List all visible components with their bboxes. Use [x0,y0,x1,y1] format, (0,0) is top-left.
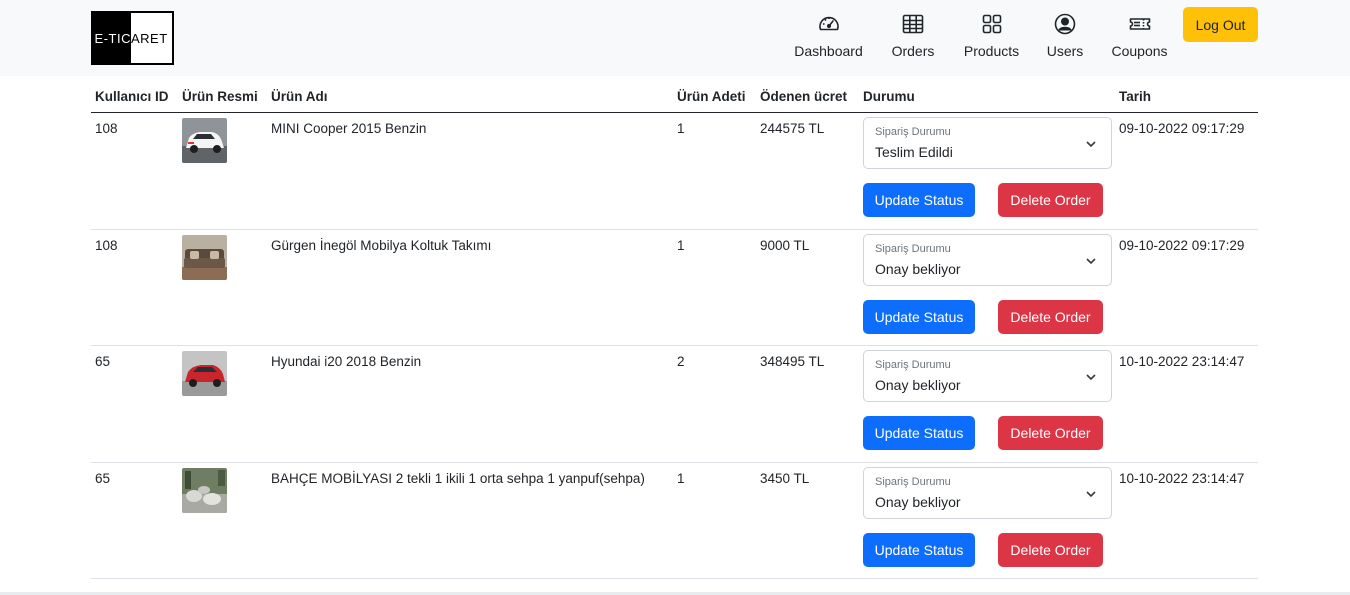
order-status-select[interactable]: Sipariş Durumu Onay bekliyor [863,233,1112,286]
col-header-user-id: Kullanıcı ID [95,89,169,104]
delete-order-button[interactable]: Delete Order [998,416,1103,450]
product-name-cell: MINI Cooper 2015 Benzin [271,121,427,136]
nav-dashboard-label: Dashboard [794,43,863,59]
paid-amount-cell: 3450 TL [760,470,810,486]
user-id-cell: 108 [95,121,118,136]
quantity-cell: 2 [677,354,685,369]
order-status-select[interactable]: Sipariş Durumu Teslim Edildi [863,117,1112,169]
nav-users-label: Users [1046,43,1084,59]
table-row: 65 Hyundai i20 2018 Benzin 2 348495 TL S… [91,346,1258,463]
chevron-down-icon [1086,257,1096,264]
order-status-select[interactable]: Sipariş Durumu Onay bekliyor [863,350,1112,402]
grid-squares-icon [982,14,1001,34]
order-status-select-value: Onay bekliyor [875,377,961,393]
order-status-select-value: Teslim Edildi [875,144,953,160]
order-status-select[interactable]: Sipariş Durumu Onay bekliyor [863,466,1112,519]
product-name-cell: Hyundai i20 2018 Benzin [271,354,422,369]
orders-table: Kullanıcı ID Ürün Resmi Ürün Adı Ürün Ad… [91,76,1258,579]
table-row: 108 Gürgen İnegöl Mobilya Koltuk Takımı … [91,230,1258,346]
product-image [182,118,227,163]
nav-orders-label: Orders [891,43,935,59]
product-image [182,467,227,513]
date-cell: 10-10-2022 23:14:47 [1119,470,1245,486]
user-circle-icon [1054,13,1076,35]
paid-amount-cell: 348495 TL [760,354,825,369]
brand-logo-left-text: E-TIC [93,13,131,63]
delete-order-button[interactable]: Delete Order [998,183,1103,217]
delete-order-button[interactable]: Delete Order [998,299,1103,334]
col-header-product-image: Ürün Resmi [182,89,258,104]
col-header-paid: Ödenen ücret [760,89,848,104]
product-image [182,351,227,396]
chevron-down-icon [1086,141,1096,148]
nav-dashboard[interactable]: Dashboard [794,12,863,62]
chevron-down-icon [1086,374,1096,381]
nav-users[interactable]: Users [1047,12,1083,62]
table-grid-icon [902,14,924,34]
product-name-cell: BAHÇE MOBİLYASI 2 tekli 1 ikili 1 orta s… [271,470,645,486]
user-id-cell: 65 [95,470,111,486]
user-id-cell: 65 [95,354,111,369]
delete-order-button[interactable]: Delete Order [998,532,1103,567]
update-status-button[interactable]: Update Status [863,299,975,334]
update-status-button[interactable]: Update Status [863,532,975,567]
nav-products[interactable]: Products [963,12,1020,62]
table-row: 108 MINI Cooper 2015 Benzin 1 244575 TL … [91,113,1258,230]
table-row: 65 BAHÇE MOBİLYASI 2 tekli 1 ikili 1 ort… [91,463,1258,579]
top-navbar: E-TIC ARET Dashboard Orders Products Use… [0,0,1350,76]
order-status-select-value: Onay bekliyor [875,260,961,277]
paid-amount-cell: 9000 TL [760,237,810,253]
nav-coupons[interactable]: Coupons [1111,12,1168,62]
col-header-date: Tarih [1119,89,1152,104]
nav-orders[interactable]: Orders [891,12,935,62]
quantity-cell: 1 [677,237,685,253]
col-header-status: Durumu [863,89,915,104]
quantity-cell: 1 [677,121,685,136]
brand-logo-right-text: ARET [131,13,172,63]
update-status-button[interactable]: Update Status [863,416,975,450]
user-id-cell: 108 [95,237,118,253]
update-status-button[interactable]: Update Status [863,183,975,217]
order-status-select-caption: Sipariş Durumu [875,475,951,488]
date-cell: 09-10-2022 09:17:29 [1119,237,1245,253]
paid-amount-cell: 244575 TL [760,121,825,136]
date-cell: 10-10-2022 23:14:47 [1119,354,1245,369]
nav-coupons-label: Coupons [1111,43,1168,59]
col-header-product-name: Ürün Adı [271,89,328,104]
nav-products-label: Products [963,43,1020,59]
table-header: Kullanıcı ID Ürün Resmi Ürün Adı Ürün Ad… [91,76,1258,113]
order-status-select-caption: Sipariş Durumu [875,359,951,371]
col-header-quantity: Ürün Adeti [677,89,746,104]
order-status-select-caption: Sipariş Durumu [875,126,951,138]
product-image [182,234,227,280]
quantity-cell: 1 [677,470,685,486]
order-status-select-caption: Sipariş Durumu [875,242,951,255]
order-status-select-value: Onay bekliyor [875,493,961,510]
product-name-cell: Gürgen İnegöl Mobilya Koltuk Takımı [271,237,492,253]
logout-button[interactable]: Log Out [1183,7,1258,42]
date-cell: 09-10-2022 09:17:29 [1119,121,1245,136]
ticket-icon [1129,18,1150,30]
chevron-down-icon [1086,490,1096,497]
brand-logo[interactable]: E-TIC ARET [91,11,174,65]
speedometer-icon [818,16,839,31]
